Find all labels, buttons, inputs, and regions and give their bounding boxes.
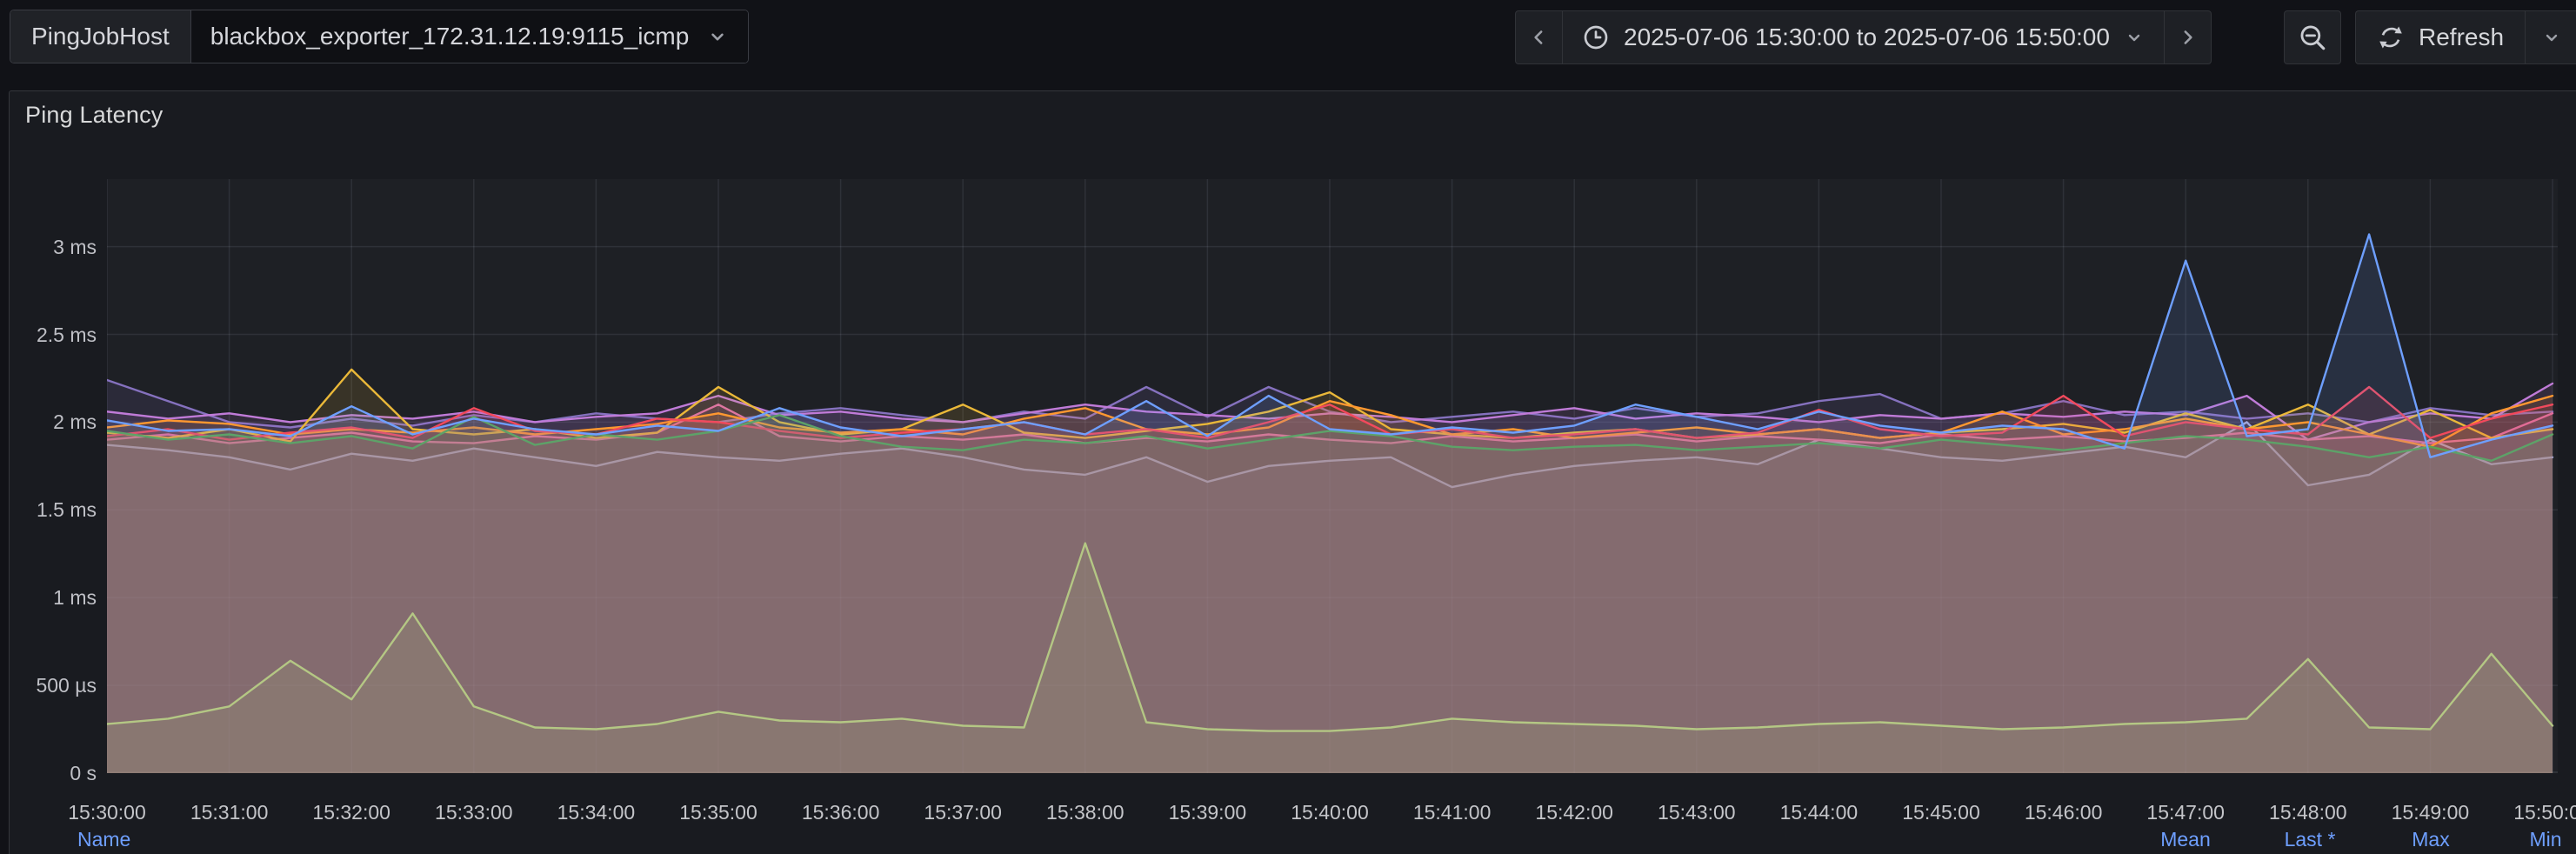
x-tick-label: 15:49:00 [2391, 801, 2470, 824]
chevron-down-icon [2546, 34, 2557, 42]
time-range-button[interactable]: 2025-07-06 15:30:00 to 2025-07-06 15:50:… [1563, 11, 2164, 63]
time-shift-back-button[interactable] [1516, 11, 1563, 63]
x-tick-label: 15:39:00 [1168, 801, 1247, 824]
y-tick-label: 2.5 ms [36, 323, 97, 346]
x-tick-label: 15:32:00 [312, 801, 390, 824]
refresh-button-group: Refresh [2355, 10, 2576, 64]
x-tick-label: 15:30:00 [68, 801, 146, 824]
y-tick-label: 500 µs [36, 674, 97, 697]
y-tick-label: 1 ms [53, 586, 97, 610]
x-tick-label: 15:40:00 [1291, 801, 1369, 824]
variable-value-dropdown[interactable]: blackbox_exporter_172.31.12.19:9115_icmp [190, 10, 749, 63]
legend-column-min[interactable]: Min [2529, 827, 2561, 851]
y-tick-label: 1.5 ms [36, 498, 97, 522]
x-tick-label: 15:33:00 [435, 801, 513, 824]
refresh-button[interactable]: Refresh [2356, 11, 2525, 63]
legend-column-max[interactable]: Max [2412, 827, 2449, 851]
dashboard-toolbar: PingJobHost blackbox_exporter_172.31.12.… [0, 0, 2576, 83]
x-tick-label: 15:36:00 [801, 801, 880, 824]
x-tick-label: 15:47:00 [2146, 801, 2225, 824]
x-tick-label: 15:46:00 [2024, 801, 2103, 824]
time-range-text: 2025-07-06 15:30:00 to 2025-07-06 15:50:… [1624, 23, 2110, 50]
x-tick-label: 15:38:00 [1046, 801, 1124, 824]
legend-column-mean[interactable]: Mean [2160, 827, 2211, 851]
chevron-down-icon [2128, 34, 2140, 42]
zoom-out-icon [2300, 25, 2326, 50]
chevron-right-icon [2184, 30, 2193, 44]
variable-picker: PingJobHost blackbox_exporter_172.31.12.… [10, 10, 750, 63]
latency-chart[interactable] [107, 179, 2558, 773]
x-tick-label: 15:44:00 [1779, 801, 1859, 824]
x-tick-label: 15:45:00 [1902, 801, 1980, 824]
dashboard-page: PingJobHost blackbox_exporter_172.31.12.… [0, 0, 2576, 854]
legend-column-last[interactable]: Last * [2285, 827, 2336, 851]
x-tick-label: 15:41:00 [1412, 801, 1492, 824]
x-tick-label: 15:43:00 [1658, 801, 1736, 824]
x-tick-label: 15:42:00 [1535, 801, 1613, 824]
x-tick-label: 15:50:00 [2513, 801, 2576, 824]
time-shift-forward-button[interactable] [2163, 11, 2211, 63]
x-tick-label: 15:37:00 [924, 801, 1002, 824]
chevron-down-icon [711, 33, 724, 41]
x-tick-label: 15:35:00 [679, 801, 757, 824]
x-tick-label: 15:34:00 [557, 801, 636, 824]
variable-label: PingJobHost [10, 10, 191, 63]
y-tick-label: 0 s [70, 762, 97, 784]
panel-title[interactable]: Ping Latency [25, 102, 164, 129]
refresh-icon [2379, 26, 2402, 49]
refresh-interval-dropdown[interactable] [2525, 11, 2576, 63]
y-tick-label: 2 ms [53, 410, 97, 434]
refresh-label: Refresh [2419, 23, 2505, 50]
variable-value-text: blackbox_exporter_172.31.12.19:9115_icmp [210, 23, 690, 50]
ping-latency-panel: Ping Latency 0 s 500 µs 1 ms 1.5 ms 2 ms 2.5 … [9, 90, 2576, 854]
x-tick-label: 15:48:00 [2269, 801, 2347, 824]
y-tick-label: 3 ms [53, 235, 97, 258]
clock-icon [1584, 25, 1608, 50]
legend-column-name[interactable]: Name [77, 827, 130, 851]
zoom-out-button[interactable] [2284, 10, 2341, 64]
time-picker-group: 2025-07-06 15:30:00 to 2025-07-06 15:50:… [1515, 10, 2212, 64]
chevron-left-icon [1533, 30, 1542, 44]
x-tick-label: 15:31:00 [190, 801, 269, 824]
